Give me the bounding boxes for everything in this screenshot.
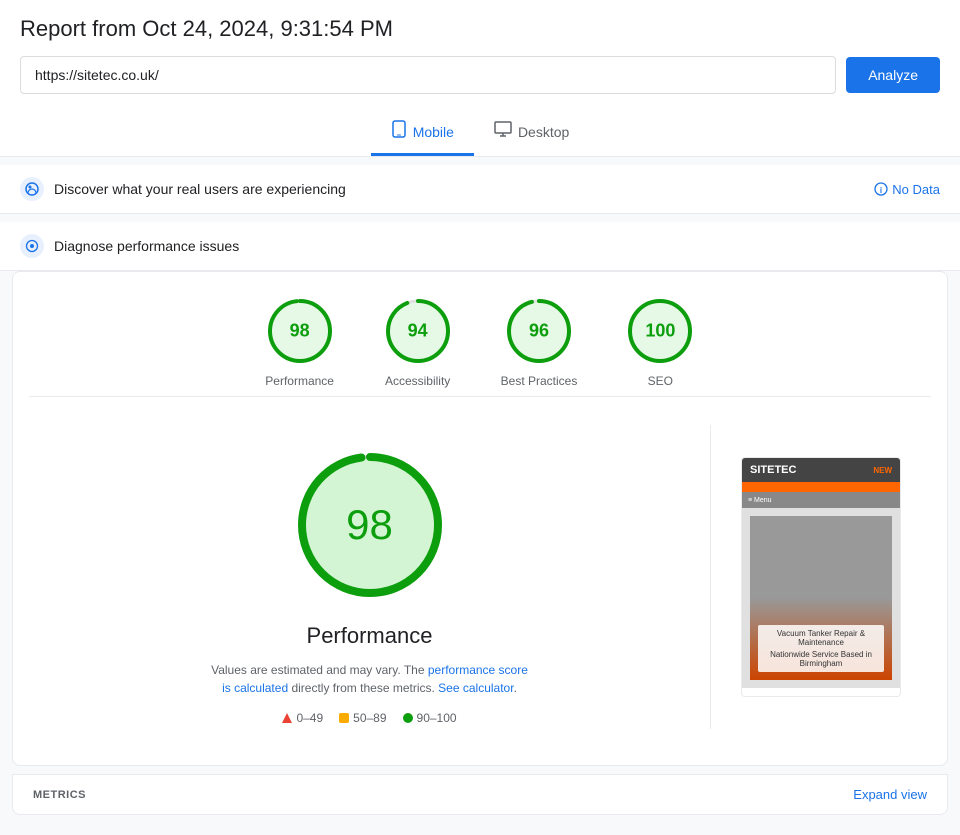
fail-range: 0–49 — [296, 711, 323, 725]
seo-label: SEO — [648, 374, 673, 388]
device-tabs: Mobile Desktop — [20, 110, 940, 156]
seo-circle: 100 — [625, 296, 695, 366]
url-input[interactable] — [20, 56, 836, 94]
big-performance-label: Performance — [307, 623, 433, 649]
big-performance-circle: 98 — [290, 445, 450, 605]
site-screenshot: SITETEC NEW ≡ Menu Vacuum Tanker Repair … — [741, 457, 901, 697]
screenshot-body: Vacuum Tanker Repair & Maintenance Natio… — [742, 508, 900, 688]
perf-description: Values are estimated and may vary. The p… — [210, 661, 530, 697]
good-range: 90–100 — [417, 711, 457, 725]
screenshot-caption: Vacuum Tanker Repair & Maintenance Natio… — [758, 625, 884, 672]
analyze-button[interactable]: Analyze — [846, 57, 940, 93]
big-performance-value: 98 — [346, 501, 393, 549]
perf-detail-section: 98 Performance Values are estimated and … — [29, 405, 931, 749]
screenshot-tagline: Vacuum Tanker Repair & Maintenance — [764, 629, 878, 647]
performance-value: 98 — [290, 321, 310, 342]
accessibility-circle: 94 — [383, 296, 453, 366]
fail-icon — [282, 713, 292, 723]
tab-mobile[interactable]: Mobile — [371, 110, 474, 156]
diagnose-section: Diagnose performance issues — [0, 222, 960, 271]
mobile-icon — [391, 120, 407, 143]
legend-average: 50–89 — [339, 711, 386, 725]
legend-good: 90–100 — [403, 711, 457, 725]
tab-mobile-label: Mobile — [413, 124, 454, 140]
scores-divider — [29, 396, 931, 397]
diagnose-icon — [20, 234, 44, 258]
best-practices-value: 96 — [529, 321, 549, 342]
expand-view-link[interactable]: Expand view — [853, 787, 927, 802]
average-range: 50–89 — [353, 711, 386, 725]
score-best-practices[interactable]: 96 Best Practices — [501, 296, 578, 388]
screenshot-sub: Nationwide Service Based in Birmingham — [764, 650, 878, 668]
score-seo[interactable]: 100 SEO — [625, 296, 695, 388]
crux-section: Discover what your real users are experi… — [0, 165, 960, 214]
score-legend: 0–49 50–89 90–100 — [282, 711, 456, 725]
best-practices-circle: 96 — [504, 296, 574, 366]
desktop-icon — [494, 121, 512, 142]
screenshot-panel: SITETEC NEW ≡ Menu Vacuum Tanker Repair … — [711, 405, 931, 749]
svg-text:i: i — [880, 186, 882, 195]
tab-desktop[interactable]: Desktop — [474, 110, 589, 156]
best-practices-label: Best Practices — [501, 374, 578, 388]
average-icon — [339, 713, 349, 723]
perf-left: 98 Performance Values are estimated and … — [29, 405, 710, 749]
screenshot-nav: ≡ Menu — [742, 492, 900, 508]
calculator-link[interactable]: See calculator — [438, 681, 513, 695]
metrics-footer: METRICS Expand view — [12, 774, 948, 815]
scores-row: 98 Performance 94 Accessibility — [29, 296, 931, 388]
scores-card: 98 Performance 94 Accessibility — [12, 271, 948, 766]
screenshot-site-name: SITETEC — [750, 464, 796, 476]
score-accessibility[interactable]: 94 Accessibility — [383, 296, 453, 388]
no-data-label: No Data — [892, 182, 940, 197]
tab-desktop-label: Desktop — [518, 124, 569, 140]
accessibility-label: Accessibility — [385, 374, 450, 388]
performance-circle: 98 — [265, 296, 335, 366]
screenshot-tag: NEW — [873, 466, 892, 475]
report-title: Report from Oct 24, 2024, 9:31:54 PM — [20, 16, 940, 42]
screenshot-orange-bar — [742, 482, 900, 492]
crux-title: Discover what your real users are experi… — [54, 181, 346, 197]
seo-value: 100 — [645, 321, 675, 342]
performance-label: Performance — [265, 374, 334, 388]
screenshot-header: SITETEC NEW — [742, 458, 900, 482]
score-performance[interactable]: 98 Performance — [265, 296, 335, 388]
no-data-link[interactable]: i No Data — [874, 182, 940, 197]
accessibility-value: 94 — [408, 321, 428, 342]
legend-fail: 0–49 — [282, 711, 323, 725]
crux-icon — [20, 177, 44, 201]
metrics-label: METRICS — [33, 789, 86, 801]
good-icon — [403, 713, 413, 723]
diagnose-title: Diagnose performance issues — [54, 238, 239, 254]
